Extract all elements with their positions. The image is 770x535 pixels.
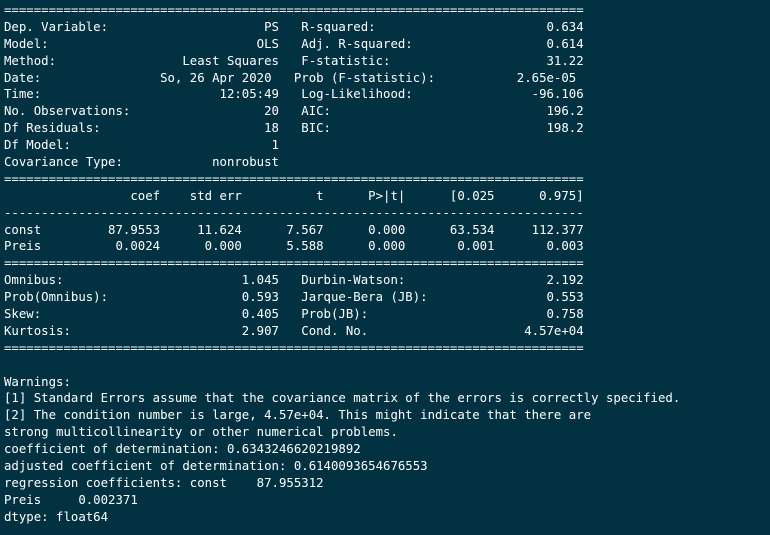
terminal-output: ========================================…: [0, 0, 770, 535]
warning-2: [2] The condition number is large, 4.57e…: [4, 408, 592, 423]
separator-line: ========================================…: [4, 3, 584, 17]
separator-line: ========================================…: [4, 171, 584, 186]
summary-row-observations: No. Observations: 20 AIC: 196.2: [4, 104, 584, 119]
summary-row-df-residuals: Df Residuals: 18 BIC: 198.2: [4, 121, 584, 136]
separator-line: ========================================…: [4, 256, 584, 271]
summary-row-dep-variable: Dep. Variable: PS R-squared: 0.634: [4, 19, 584, 34]
diagnostics-row-kurtosis: Kurtosis: 2.907 Cond. No. 4.57e+04: [4, 323, 584, 338]
separator-line: ----------------------------------------…: [4, 205, 584, 220]
summary-row-time: Time: 12:05:49 Log-Likelihood: -96.106: [4, 87, 584, 102]
output-r-squared: coefficient of determination: 0.63432466…: [4, 442, 361, 457]
output-dtype: dtype: float64: [4, 509, 109, 524]
warnings-heading: Warnings:: [4, 374, 71, 389]
summary-row-covariance: Covariance Type: nonrobust: [4, 155, 279, 170]
summary-row-date: Date: So, 26 Apr 2020 Prob (F-statistic)…: [4, 70, 577, 85]
output-regression-coef-preis: Preis 0.002371: [4, 492, 138, 507]
warning-2-continued: strong multicollinearity or other numeri…: [4, 425, 398, 440]
diagnostics-row-prob-omnibus: Prob(Omnibus): 0.593 Jarque-Bera (JB): 0…: [4, 290, 584, 305]
diagnostics-row-skew: Skew: 0.405 Prob(JB): 0.758: [4, 307, 584, 322]
output-regression-coef-const: regression coefficients: const 87.955312: [4, 475, 324, 490]
coef-table-header: coef std err t P>|t| [0.025 0.975]: [4, 188, 584, 203]
output-adj-r-squared: adjusted coefficient of determination: 0…: [4, 459, 428, 474]
summary-row-df-model: Df Model: 1: [4, 138, 279, 153]
summary-row-method: Method: Least Squares F-statistic: 31.22: [4, 53, 584, 68]
summary-row-model: Model: OLS Adj. R-squared: 0.614: [4, 36, 584, 51]
warning-1: [1] Standard Errors assume that the cova…: [4, 391, 681, 406]
separator-line: ========================================…: [4, 340, 584, 355]
coef-row-preis: Preis 0.0024 0.000 5.588 0.000 0.001 0.0…: [4, 239, 584, 254]
diagnostics-row-omnibus: Omnibus: 1.045 Durbin-Watson: 2.192: [4, 273, 584, 288]
coef-row-const: const 87.9553 11.624 7.567 0.000 63.534 …: [4, 222, 584, 237]
